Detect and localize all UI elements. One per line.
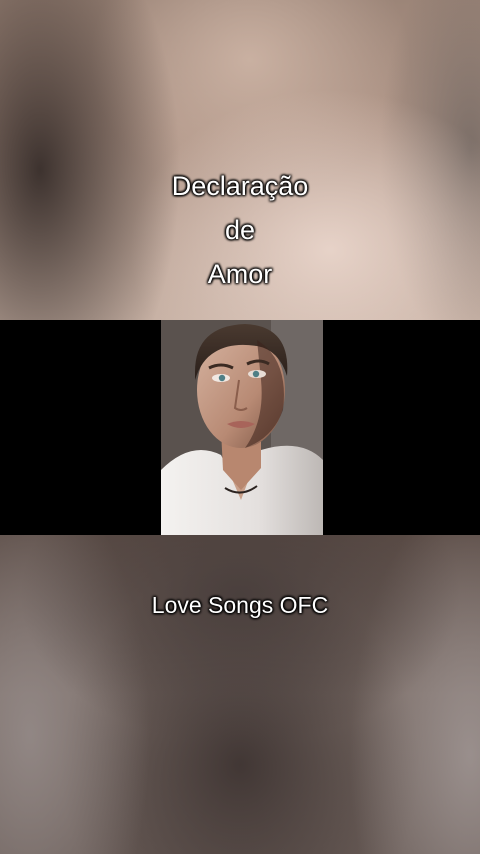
video-frame: Declaração de Amor Love Songs OFC [0,0,480,854]
blurred-background-bottom [0,535,480,854]
title-line-2: de [224,215,256,245]
video-title: Declaração de Amor [0,164,480,296]
image-band [0,320,480,535]
title-line-1: Declaração [171,171,309,201]
portrait-image [161,320,323,535]
channel-name: Love Songs OFC [151,592,329,618]
title-line-3: Amor [207,259,273,289]
